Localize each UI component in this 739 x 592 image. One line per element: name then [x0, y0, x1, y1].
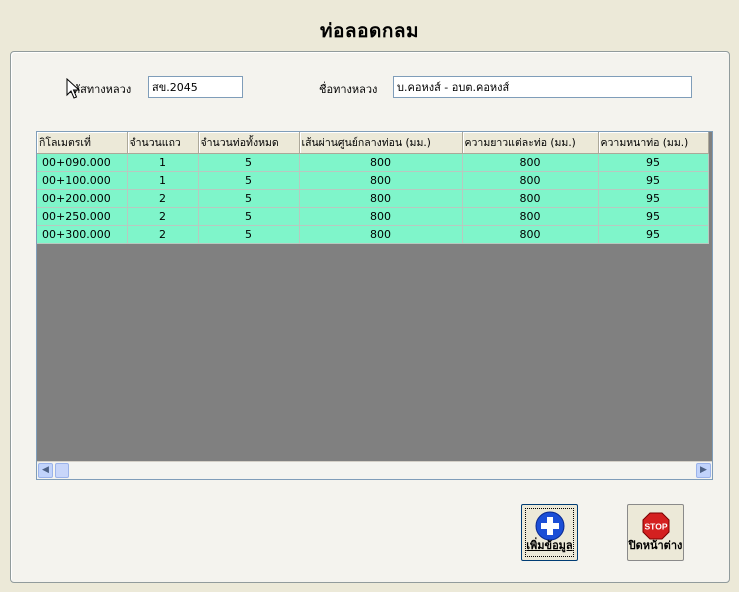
table-cell[interactable]: 800 [299, 171, 463, 190]
table-row[interactable]: 00+200.000 2 5 800 800 95 [37, 189, 709, 208]
close-window-button[interactable]: STOP ปิดหน้าต่าง [627, 504, 684, 561]
table-cell[interactable]: 800 [299, 207, 463, 226]
table-cell[interactable]: 800 [462, 207, 599, 226]
table-cell[interactable]: 800 [299, 189, 463, 208]
table-cell[interactable]: 1 [127, 153, 199, 172]
table-cell[interactable]: 95 [598, 171, 709, 190]
add-data-label: เพิ่มข้อมูล [526, 539, 573, 552]
column-header[interactable]: เส้นผ่านศูนย์กลางท่อน (มม.) [299, 132, 463, 154]
scroll-left-icon[interactable]: ◀ [38, 463, 53, 478]
window-title: ท่อลอดกลม [320, 20, 419, 42]
add-data-button[interactable]: เพิ่มข้อมูล [521, 504, 578, 561]
stop-sign-text: STOP [645, 522, 668, 532]
table-cell[interactable]: 5 [198, 153, 300, 172]
horizontal-scrollbar[interactable]: ◀ ▶ [37, 461, 712, 479]
table-cell[interactable]: 2 [127, 225, 199, 244]
column-header[interactable]: จำนวนแถว [127, 132, 199, 154]
road-name-input[interactable] [393, 76, 692, 98]
data-table: กิโลเมตรเที่ จำนวนแถว จำนวนท่อทั้งหมด เส้นผ… [37, 132, 709, 244]
table-cell[interactable]: 800 [462, 225, 599, 244]
table-cell[interactable]: 2 [127, 189, 199, 208]
table-cell[interactable]: 800 [462, 171, 599, 190]
table-cell[interactable]: 95 [598, 207, 709, 226]
column-header[interactable]: ความหนาท่อ (มม.) [598, 132, 709, 154]
scroll-right-icon[interactable]: ▶ [696, 463, 711, 478]
table-cell[interactable]: 95 [598, 225, 709, 244]
table-cell[interactable]: 00+200.000 [37, 189, 128, 208]
close-window-label: ปิดหน้าต่าง [628, 539, 683, 552]
table-cell[interactable]: 5 [198, 207, 300, 226]
table-cell[interactable]: 800 [462, 153, 599, 172]
table-cell[interactable]: 5 [198, 225, 300, 244]
table-cell[interactable]: 2 [127, 207, 199, 226]
table-cell[interactable]: 00+090.000 [37, 153, 128, 172]
table-row[interactable]: 00+090.000 1 5 800 800 95 [37, 153, 709, 172]
table-row[interactable]: 00+300.000 2 5 800 800 95 [37, 225, 709, 244]
table-cell[interactable]: 1 [127, 171, 199, 190]
column-header[interactable]: จำนวนท่อทั้งหมด [198, 132, 300, 154]
column-header[interactable]: กิโลเมตรเที่ [37, 132, 128, 154]
table-row[interactable]: 00+100.000 1 5 800 800 95 [37, 171, 709, 190]
road-code-input[interactable] [148, 76, 243, 98]
table-cell[interactable]: 00+100.000 [37, 171, 128, 190]
table-cell[interactable]: 800 [299, 153, 463, 172]
table-cell[interactable]: 00+250.000 [37, 207, 128, 226]
table-cell[interactable]: 800 [462, 189, 599, 208]
scrollbar-thumb[interactable] [55, 463, 69, 478]
table-cell[interactable]: 5 [198, 171, 300, 190]
table-cell[interactable]: 5 [198, 189, 300, 208]
table-row[interactable]: 00+250.000 2 5 800 800 95 [37, 207, 709, 226]
table-cell[interactable]: 800 [299, 225, 463, 244]
table-cell[interactable]: 00+300.000 [37, 225, 128, 244]
data-grid[interactable]: กิโลเมตรเที่ จำนวนแถว จำนวนท่อทั้งหมด เส้นผ… [36, 131, 713, 480]
table-cell[interactable]: 95 [598, 189, 709, 208]
road-name-label: ชื่อทางหลวง [319, 83, 378, 96]
column-header[interactable]: ความยาวแต่ละท่อ (มม.) [462, 132, 599, 154]
table-cell[interactable]: 95 [598, 153, 709, 172]
mouse-pointer-icon [66, 78, 80, 99]
